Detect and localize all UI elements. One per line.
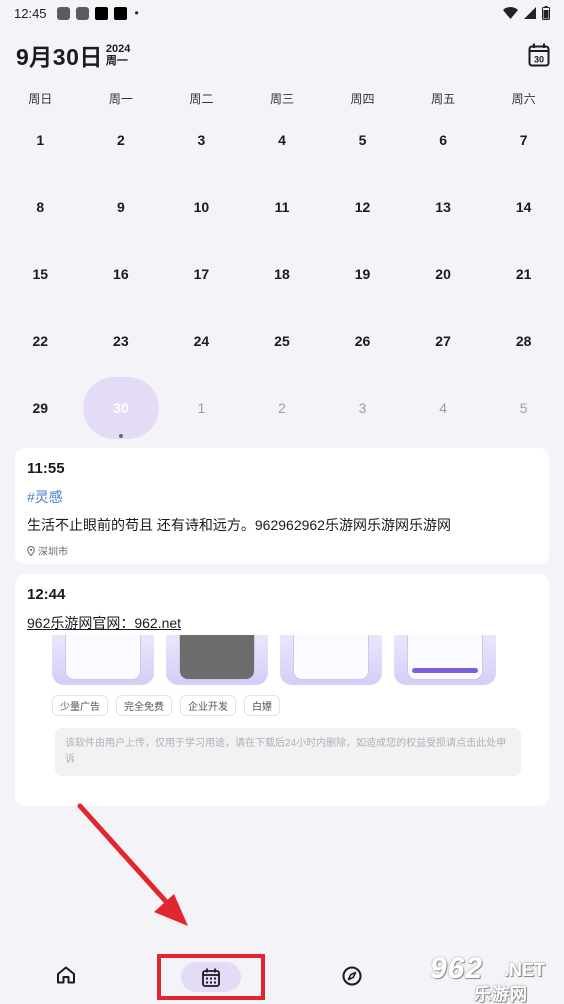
calendar-day[interactable]: 5: [322, 106, 403, 173]
nav-explore-button[interactable]: [342, 966, 362, 991]
calendar-day[interactable]: 22: [0, 308, 81, 375]
date-meta: 2024 周一: [106, 43, 130, 67]
screenshot-thumbnail[interactable]: [394, 635, 496, 685]
calendar-day[interactable]: 17: [161, 240, 242, 307]
status-icons: [503, 6, 550, 20]
calendar-day[interactable]: 19: [322, 240, 403, 307]
watermark-name: 乐游网: [474, 985, 528, 1004]
status-time: 12:45: [14, 5, 47, 21]
calendar-day[interactable]: 12: [322, 173, 403, 240]
screenshot-thumbnails: [27, 635, 537, 685]
diary-entry-card[interactable]: 11:55 #灵感 生活不止眼前的苟且 还有诗和远方。962962962乐游网乐…: [15, 448, 549, 564]
wifi-icon: [503, 7, 518, 19]
calendar-day[interactable]: 26: [322, 308, 403, 375]
screenshot-thumbnail[interactable]: [280, 635, 382, 685]
entry-text: 生活不止眼前的苟且 还有诗和远方。962962962乐游网乐游网乐游网: [27, 517, 451, 533]
notification-icon: [56, 6, 70, 20]
calendar-day-next-month[interactable]: 5: [483, 375, 564, 442]
home-icon: [57, 966, 75, 984]
calendar-day-next-month[interactable]: 4: [403, 375, 484, 442]
feature-tag: 白嫖: [244, 695, 280, 716]
feature-tag: 完全免费: [116, 695, 172, 716]
entry-time: 11:55: [27, 460, 65, 477]
calendar-day[interactable]: 14: [483, 173, 564, 240]
calendar-day[interactable]: 29: [0, 375, 81, 442]
calendar-day[interactable]: 18: [242, 240, 323, 307]
calendar-badge-text: 30: [534, 55, 544, 65]
entry-location: 深圳市: [27, 543, 537, 558]
current-year: 2024: [105, 43, 131, 55]
calendar-day-next-month[interactable]: 2: [242, 375, 323, 442]
calendar-day[interactable]: 28: [483, 308, 564, 375]
annotation-highlight-box: [157, 954, 265, 1000]
entry-tag[interactable]: #灵感: [27, 487, 537, 507]
calendar-day[interactable]: 6: [403, 106, 484, 173]
calendar-day[interactable]: 23: [81, 308, 162, 375]
location-pin-icon: [27, 545, 35, 556]
calendar-day-selected[interactable]: 30: [81, 375, 162, 442]
calendar-day[interactable]: 21: [483, 240, 564, 307]
annotation-arrow: [77, 803, 188, 926]
diary-entry-card[interactable]: 12:44 962乐游网官网：962.net 少量广告 完全免费 企业开发 白嫖…: [15, 574, 549, 806]
selected-day-number: 30: [113, 400, 129, 417]
more-notifications-icon: •: [134, 6, 139, 20]
calendar-day[interactable]: 16: [81, 240, 162, 307]
disclaimer-notice[interactable]: 该软件由用户上传，仅用于学习用途，请在下载后24小时内删除，如造成您的权益受损请…: [55, 728, 521, 776]
calendar-day[interactable]: 10: [161, 173, 242, 240]
notification-icon: [113, 6, 127, 20]
calendar-grid: 1 2 3 4 5 6 7 8 9 10 11 12 13 14 15 16 1…: [0, 106, 564, 442]
current-date: 9月30日: [16, 44, 103, 70]
calendar-day-next-month[interactable]: 1: [161, 375, 242, 442]
status-bar: 12:45 •: [0, 0, 564, 26]
calendar-day[interactable]: 8: [0, 173, 81, 240]
signal-icon: [524, 7, 536, 19]
screenshot-thumbnail[interactable]: [52, 635, 154, 685]
entry-indicator-dot: [118, 433, 123, 438]
calendar-day[interactable]: 7: [483, 106, 564, 173]
entry-time: 12:44: [27, 586, 66, 603]
location-text: 深圳市: [38, 547, 68, 558]
calendar-day[interactable]: 1: [0, 106, 81, 173]
calendar-day[interactable]: 3: [161, 106, 242, 173]
today-calendar-button[interactable]: 30: [528, 43, 550, 67]
calendar-day[interactable]: 25: [242, 308, 323, 375]
entry-link[interactable]: 962乐游网官网：962.net: [27, 613, 537, 633]
screenshot-thumbnail[interactable]: [166, 635, 268, 685]
calendar-day[interactable]: 15: [0, 240, 81, 307]
site-watermark: 962 .NET 乐游网: [424, 950, 560, 1004]
compass-icon: [342, 966, 362, 986]
feature-tags: 少量广告 完全免费 企业开发 白嫖: [27, 695, 537, 716]
feature-tag: 少量广告: [52, 695, 108, 716]
calendar-day[interactable]: 27: [403, 308, 484, 375]
date-header: 9月30日 2024 周一 30: [16, 38, 550, 72]
calendar-day[interactable]: 24: [161, 308, 242, 375]
calendar-day-next-month[interactable]: 3: [322, 375, 403, 442]
notification-icon: [75, 6, 89, 20]
calendar-day[interactable]: 11: [242, 173, 323, 240]
calendar-day[interactable]: 4: [242, 106, 323, 173]
feature-tag: 企业开发: [180, 695, 236, 716]
calendar-day[interactable]: 9: [81, 173, 162, 240]
calendar-day[interactable]: 13: [403, 173, 484, 240]
current-weekday: 周一: [105, 55, 128, 67]
battery-icon: [542, 6, 550, 20]
watermark-suffix: .NET: [504, 960, 546, 980]
notification-icon: [94, 6, 108, 20]
nav-home-button[interactable]: [56, 966, 76, 989]
calendar-today-icon: 30: [528, 43, 550, 67]
calendar-day[interactable]: 2: [81, 106, 162, 173]
calendar-day[interactable]: 20: [403, 240, 484, 307]
